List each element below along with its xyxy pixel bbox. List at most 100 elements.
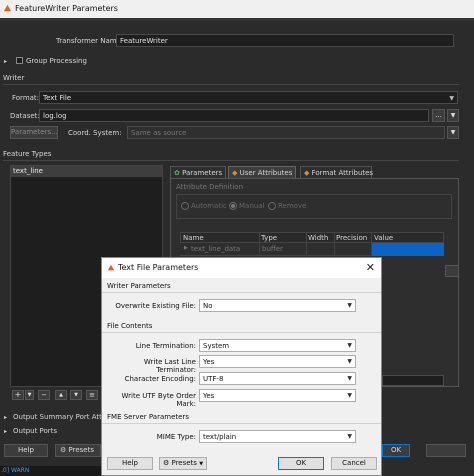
- app-icon: [3, 4, 12, 12]
- file-contents-section: File Contents: [107, 322, 153, 330]
- text-file-parameters-dialog: Text File Parameters ✕ Writer Parameters…: [101, 257, 382, 476]
- list-item[interactable]: text_line: [11, 166, 162, 177]
- encoding-value: UTF-8: [203, 375, 224, 383]
- right-field-input[interactable]: [382, 375, 444, 386]
- transformer-name-label: Transformer Name:: [56, 37, 124, 45]
- radio-manual[interactable]: [229, 202, 237, 210]
- dialog-help-button[interactable]: Help: [107, 457, 153, 470]
- presets-label: Presets: [68, 446, 94, 454]
- col-precision: Precision: [336, 234, 368, 242]
- presets-icon: ⚙: [60, 446, 67, 454]
- dialog-title: Text File Parameters: [118, 263, 199, 272]
- attr-def-label: Attribute Definition: [176, 183, 244, 191]
- tab-parameters[interactable]: ✿ Parameters: [170, 166, 226, 178]
- move-down-button[interactable]: ▼: [70, 390, 82, 400]
- mime-type-select[interactable]: text/plain ▼: [199, 430, 356, 443]
- col-width: Width: [308, 234, 329, 242]
- encoding-select[interactable]: UTF-8 ▼: [199, 372, 356, 385]
- chevron-down-icon: ▼: [347, 375, 352, 382]
- tab-format-attributes[interactable]: ◆ Format Attributes: [300, 166, 374, 178]
- move-up-button[interactable]: ▲: [55, 390, 67, 400]
- coord-system-label: Coord. System:: [68, 129, 122, 137]
- mime-type-value: text/plain: [203, 433, 237, 441]
- presets-icon: ⚙: [162, 459, 170, 467]
- help-button[interactable]: Help: [4, 444, 48, 457]
- expand-arrow-icon[interactable]: ▸: [4, 414, 7, 421]
- format-value: Text File: [43, 94, 72, 102]
- add-dropdown-button[interactable]: ▼: [25, 390, 34, 400]
- presets-label: Presets: [171, 459, 197, 467]
- ok-button[interactable]: OK: [382, 444, 410, 457]
- feature-types-title: Feature Types: [3, 150, 52, 158]
- radio-remove[interactable]: [268, 202, 276, 210]
- dataset-label: Dataset:: [10, 112, 40, 120]
- radio-automatic[interactable]: [181, 202, 189, 210]
- radio-manual-label: Manual: [239, 202, 265, 210]
- writer-parameters-section: Writer Parameters: [107, 282, 171, 290]
- cell-name: text_line_data: [191, 245, 241, 253]
- user-attributes-icon: ◆: [232, 169, 238, 177]
- title-divider: [0, 18, 474, 21]
- presets-button[interactable]: ⚙ Presets: [55, 444, 101, 457]
- expand-arrow-icon[interactable]: ▸: [4, 428, 7, 435]
- radio-remove-label: Remove: [278, 202, 307, 210]
- group-processing-checkbox[interactable]: [16, 57, 23, 64]
- format-select[interactable]: Text File ▼: [39, 91, 458, 104]
- cancel-button-bg[interactable]: [426, 444, 466, 457]
- feature-types-divider: [3, 160, 459, 161]
- fme-server-section: FME Server Parameters: [107, 413, 189, 421]
- cell-value-selected[interactable]: [372, 243, 444, 256]
- transformer-name-input[interactable]: FeatureWriter: [116, 34, 454, 47]
- chevron-down-icon: ▼: [347, 433, 352, 440]
- chevron-down-icon: ▼: [27, 392, 32, 398]
- write-last-line-label: Write Last Line Terminator:: [143, 358, 196, 374]
- list-options-button[interactable]: ≡: [86, 390, 98, 400]
- mime-type-label: MIME Type:: [156, 433, 196, 441]
- dialog-presets-button[interactable]: ⚙ Presets ▼: [159, 457, 207, 470]
- chevron-down-icon: ▼: [450, 112, 456, 119]
- gear-icon: ✿: [174, 169, 180, 177]
- close-icon[interactable]: ✕: [366, 261, 375, 274]
- cell-type: buffer: [262, 245, 283, 253]
- chevron-down-icon: ▼: [347, 358, 352, 365]
- tab-label: User Attributes: [239, 169, 293, 177]
- remove-button[interactable]: −: [38, 390, 50, 400]
- side-scroll-button[interactable]: [445, 265, 459, 277]
- format-label: Format:: [12, 94, 40, 102]
- writer-divider: [3, 84, 459, 85]
- dataset-dropdown-button[interactable]: ▼: [447, 109, 459, 122]
- dialog-ok-button[interactable]: OK: [278, 457, 324, 470]
- overwrite-value: No: [203, 302, 213, 310]
- coord-system-input[interactable]: Same as source: [127, 126, 445, 139]
- tab-user-attributes[interactable]: ◆ User Attributes: [228, 166, 296, 178]
- col-value: Value: [374, 234, 394, 242]
- dataset-input[interactable]: log.log: [39, 109, 429, 122]
- chevron-down-icon: ▼: [347, 392, 352, 399]
- format-attributes-icon: ◆: [304, 169, 310, 177]
- section-divider: [102, 332, 381, 333]
- window-titlebar: FeatureWriter Parameters: [0, 0, 474, 18]
- coord-dropdown-button[interactable]: ▼: [447, 126, 459, 139]
- chevron-down-icon: ▼: [450, 129, 456, 136]
- expand-arrow-icon[interactable]: ▸: [4, 58, 7, 65]
- add-button[interactable]: +: [12, 390, 24, 400]
- dataset-browse-button[interactable]: ...: [432, 109, 445, 122]
- bom-select[interactable]: Yes ▼: [199, 389, 356, 402]
- dialog-cancel-button[interactable]: Cancel: [331, 457, 377, 470]
- tab-label: Format Attributes: [311, 169, 374, 177]
- overwrite-select[interactable]: No ▼: [199, 299, 356, 312]
- bom-value: Yes: [203, 392, 215, 400]
- line-termination-select[interactable]: System ▼: [199, 339, 356, 352]
- dialog-titlebar: Text File Parameters ✕: [102, 258, 381, 278]
- chevron-down-icon: ▼: [347, 302, 352, 309]
- write-last-line-select[interactable]: Yes ▼: [199, 355, 356, 368]
- overwrite-label: Overwrite Existing File:: [115, 302, 196, 310]
- line-termination-label: Line Termination:: [135, 342, 196, 350]
- parameters-button[interactable]: Parameters...: [10, 126, 58, 139]
- line-termination-value: System: [203, 342, 230, 350]
- bom-label: Write UTF Byte Order Mark:: [121, 392, 196, 408]
- chevron-down-icon: ▼: [199, 461, 204, 467]
- chevron-down-icon: ▼: [449, 95, 454, 102]
- section-divider: [102, 423, 381, 424]
- app-icon: [107, 264, 115, 271]
